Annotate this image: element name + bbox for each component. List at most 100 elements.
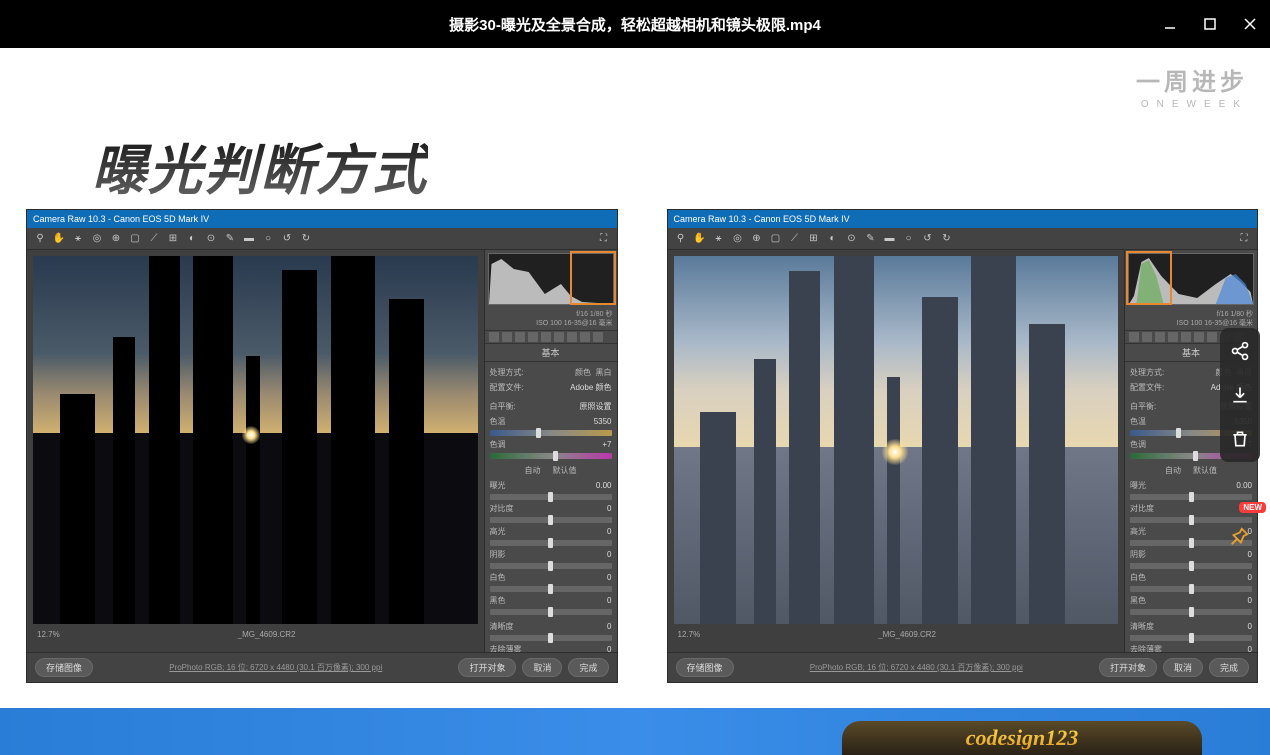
zoom-level[interactable]: 12.7% [37, 630, 60, 639]
done-button[interactable]: 完成 [568, 658, 608, 677]
wb-tool-icon[interactable]: ⚹ [71, 232, 85, 246]
done-button[interactable]: 完成 [1209, 658, 1249, 677]
slider-tint[interactable] [490, 453, 612, 459]
sampler-tool-icon[interactable]: ◎ [731, 232, 745, 246]
basic-settings: 处理方式:颜色 黑白 配置文件:Adobe 颜色 白平衡:原照设置 色温5350… [485, 362, 617, 652]
slider-blacks[interactable] [1130, 609, 1252, 615]
straighten-tool-icon[interactable]: ⟋ [147, 232, 161, 246]
transform-tool-icon[interactable]: ⊞ [807, 232, 821, 246]
new-badge: NEW [1239, 502, 1266, 513]
rotate-ccw-icon[interactable]: ↺ [280, 232, 294, 246]
cr-titlebar: Camera Raw 10.3 - Canon EOS 5D Mark IV [668, 210, 1258, 228]
exif-meta: f/16 1/80 秒 ISO 100 16-35@16 毫米 [1125, 308, 1257, 330]
crop-tool-icon[interactable]: ▢ [128, 232, 142, 246]
panels-row: Camera Raw 10.3 - Canon EOS 5D Mark IV ⚲… [26, 209, 1258, 683]
brush-tool-icon[interactable]: ✎ [864, 232, 878, 246]
heal-tool-icon[interactable]: ◐ [826, 232, 840, 246]
slider-exposure[interactable] [490, 494, 612, 500]
slider-whites[interactable] [1130, 586, 1252, 592]
window-controls [1150, 0, 1270, 48]
auto-button[interactable]: 自动 [525, 465, 541, 476]
download-icon[interactable] [1229, 384, 1251, 406]
bottom-info[interactable]: ProPhoto RGB; 16 位; 6720 x 4480 (30.1 百万… [810, 662, 1023, 673]
slider-highlights[interactable] [490, 540, 612, 546]
straighten-tool-icon[interactable]: ⟋ [788, 232, 802, 246]
photo-bright[interactable] [674, 256, 1119, 624]
gradient-tool-icon[interactable]: ▬ [242, 232, 256, 246]
panel-head: 基本 [485, 344, 617, 362]
trash-icon[interactable] [1229, 428, 1251, 450]
crop-tool-icon[interactable]: ▢ [769, 232, 783, 246]
auto-button[interactable]: 自动 [1165, 465, 1181, 476]
float-toolbar [1220, 328, 1260, 462]
close-button[interactable] [1230, 0, 1270, 48]
rotate-cw-icon[interactable]: ↻ [940, 232, 954, 246]
default-button[interactable]: 默认值 [1193, 465, 1217, 476]
footer-badge-text: codesign123 [966, 725, 1078, 751]
slider-blacks[interactable] [490, 609, 612, 615]
preview-area: 12.7% _MG_4609.CR2 [27, 250, 484, 652]
camera-raw-panel-right: Camera Raw 10.3 - Canon EOS 5D Mark IV ⚲… [667, 209, 1259, 683]
slide-title: 曝光判断方式 [92, 126, 428, 205]
brush-tool-icon[interactable]: ✎ [223, 232, 237, 246]
fullscreen-icon[interactable]: ⛶ [1237, 232, 1251, 246]
gradient-tool-icon[interactable]: ▬ [883, 232, 897, 246]
pin-icon[interactable] [1222, 520, 1256, 554]
fullscreen-icon[interactable]: ⛶ [597, 232, 611, 246]
preview-area: 12.7% _MG_4609.CR2 [668, 250, 1125, 652]
transform-tool-icon[interactable]: ⊞ [166, 232, 180, 246]
hand-tool-icon[interactable]: ✋ [52, 232, 66, 246]
radial-tool-icon[interactable]: ○ [902, 232, 916, 246]
target-tool-icon[interactable]: ⊕ [109, 232, 123, 246]
zoom-tool-icon[interactable]: ⚲ [674, 232, 688, 246]
filename: _MG_4609.CR2 [238, 630, 296, 639]
histogram-wrap [485, 250, 617, 308]
tab-strip[interactable] [485, 330, 617, 344]
cr-bottombar: 存储图像 ProPhoto RGB; 16 位; 6720 x 4480 (30… [668, 652, 1258, 682]
default-button[interactable]: 默认值 [553, 465, 577, 476]
camera-raw-panel-left: Camera Raw 10.3 - Canon EOS 5D Mark IV ⚲… [26, 209, 618, 683]
cancel-button[interactable]: 取消 [1163, 658, 1203, 677]
cancel-button[interactable]: 取消 [522, 658, 562, 677]
slider-shadows[interactable] [1130, 563, 1252, 569]
watermark-cn: 一周进步 [1136, 62, 1248, 97]
histogram[interactable] [488, 253, 614, 305]
share-icon[interactable] [1229, 340, 1251, 362]
minimize-button[interactable] [1150, 0, 1190, 48]
rotate-ccw-icon[interactable]: ↺ [921, 232, 935, 246]
save-image-button[interactable]: 存储图像 [676, 658, 734, 677]
footer-bar: codesign123 [0, 708, 1270, 755]
zoom-tool-icon[interactable]: ⚲ [33, 232, 47, 246]
window-title: 摄影30-曝光及全景合成，轻松超越相机和镜头极限.mp4 [449, 14, 821, 35]
histogram[interactable] [1128, 253, 1254, 305]
wb-tool-icon[interactable]: ⚹ [712, 232, 726, 246]
maximize-button[interactable] [1190, 0, 1230, 48]
radial-tool-icon[interactable]: ○ [261, 232, 275, 246]
slider-contrast[interactable] [490, 517, 612, 523]
sampler-tool-icon[interactable]: ◎ [90, 232, 104, 246]
bottom-info[interactable]: ProPhoto RGB; 16 位; 6720 x 4480 (30.1 百万… [169, 662, 382, 673]
redeye-tool-icon[interactable]: ⊙ [204, 232, 218, 246]
slider-temp[interactable] [490, 430, 612, 436]
redeye-tool-icon[interactable]: ⊙ [845, 232, 859, 246]
preview-footer: 12.7% _MG_4609.CR2 [674, 624, 1119, 644]
open-button[interactable]: 打开对象 [1099, 658, 1157, 677]
slider-exposure[interactable] [1130, 494, 1252, 500]
heal-tool-icon[interactable]: ◐ [185, 232, 199, 246]
cr-bottombar: 存储图像 ProPhoto RGB; 16 位; 6720 x 4480 (30… [27, 652, 617, 682]
hand-tool-icon[interactable]: ✋ [693, 232, 707, 246]
slider-clarity[interactable] [490, 635, 612, 641]
cr-titlebar: Camera Raw 10.3 - Canon EOS 5D Mark IV [27, 210, 617, 228]
slider-clarity[interactable] [1130, 635, 1252, 641]
photo-dark[interactable] [33, 256, 478, 624]
exif-meta: f/16 1/80 秒 ISO 100 16-35@16 毫米 [485, 308, 617, 330]
histogram-wrap [1125, 250, 1257, 308]
slider-whites[interactable] [490, 586, 612, 592]
zoom-level[interactable]: 12.7% [678, 630, 701, 639]
filename: _MG_4609.CR2 [878, 630, 936, 639]
slider-shadows[interactable] [490, 563, 612, 569]
target-tool-icon[interactable]: ⊕ [750, 232, 764, 246]
rotate-cw-icon[interactable]: ↻ [299, 232, 313, 246]
open-button[interactable]: 打开对象 [458, 658, 516, 677]
save-image-button[interactable]: 存储图像 [35, 658, 93, 677]
